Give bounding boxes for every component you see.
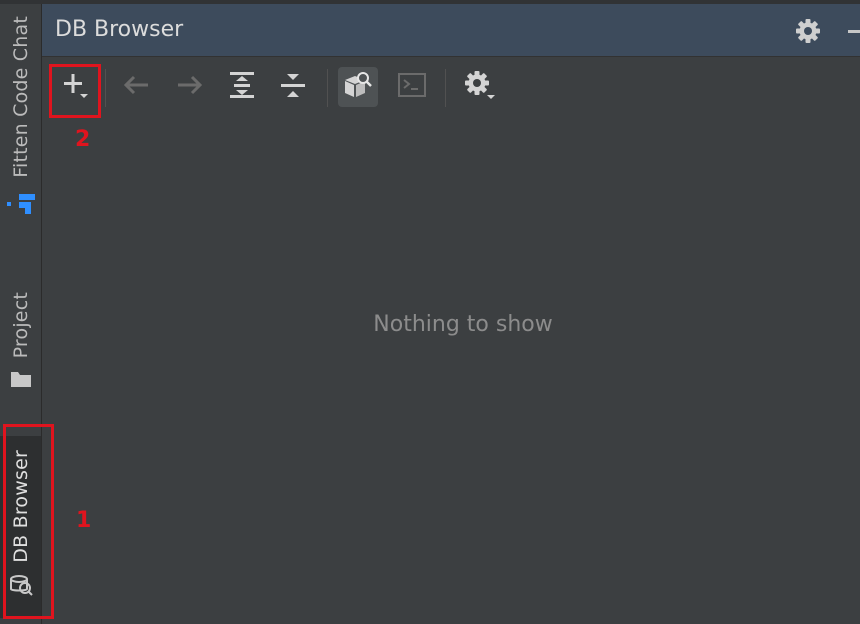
console-icon [396, 69, 428, 105]
panel-header: DB Browser [42, 4, 860, 57]
db-browser-panel: DB Browser Nothing to show [42, 4, 860, 624]
gear-icon[interactable] [793, 16, 823, 46]
expand-all-icon [226, 69, 258, 105]
annotation-number-2: 2 [75, 127, 91, 152]
minimize-icon[interactable] [848, 30, 860, 33]
collapse-all-icon [277, 69, 309, 105]
toolbar-separator [445, 69, 446, 107]
back-icon [120, 69, 152, 105]
annotation-box-2 [49, 64, 101, 118]
forward-button[interactable] [170, 67, 210, 107]
expand-all-button[interactable] [222, 67, 262, 107]
tab-project-label: Project [9, 292, 32, 359]
back-button[interactable] [116, 67, 156, 107]
panel-title: DB Browser [55, 17, 184, 42]
settings-icon [462, 68, 496, 106]
tab-fitten-code-chat-label: Fitten Code Chat [9, 16, 32, 178]
object-browser-icon [342, 69, 374, 105]
toolbar-separator [327, 69, 328, 107]
tab-project[interactable]: Project [0, 292, 41, 412]
fitten-logo-icon [5, 192, 37, 220]
collapse-all-button[interactable] [273, 67, 313, 107]
folder-icon [10, 370, 32, 392]
annotation-box-1 [3, 424, 54, 619]
empty-state-text: Nothing to show [373, 312, 553, 337]
settings-button[interactable] [459, 67, 499, 107]
sql-console-button[interactable] [392, 67, 432, 107]
annotation-number-1: 1 [76, 508, 92, 533]
tab-fitten-code-chat[interactable]: Fitten Code Chat [0, 16, 41, 256]
toolbar [42, 57, 860, 117]
forward-icon [174, 69, 206, 105]
toolbar-separator [105, 69, 106, 107]
object-browser-toggle[interactable] [338, 67, 378, 107]
